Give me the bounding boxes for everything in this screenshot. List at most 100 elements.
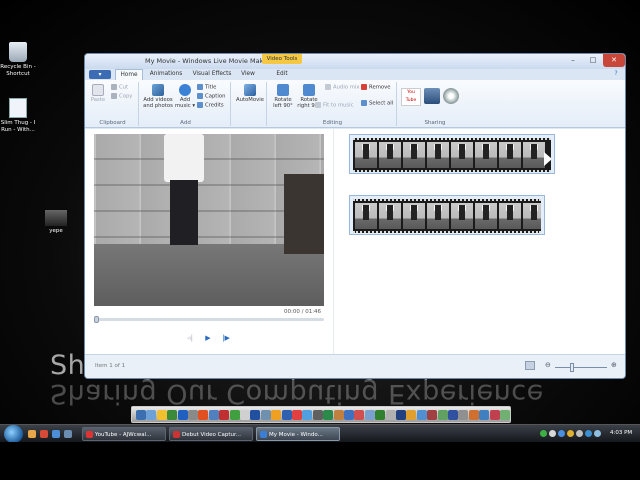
app-menu-button[interactable]: ▾ bbox=[89, 70, 111, 79]
zoom-out-icon[interactable]: ⊖ bbox=[545, 361, 551, 369]
credits-button[interactable]: Credits bbox=[197, 102, 224, 110]
dock-app-icon[interactable] bbox=[437, 410, 448, 420]
tray-icon[interactable] bbox=[558, 430, 565, 437]
dock-app-icon[interactable] bbox=[198, 410, 209, 420]
caption-button[interactable]: Caption bbox=[197, 93, 225, 101]
dock-app-icon[interactable] bbox=[427, 410, 438, 420]
share-hd-display-button[interactable] bbox=[424, 88, 440, 104]
desktop-icon-recycle-bin[interactable]: Recycle Bin - Shortcut bbox=[0, 42, 40, 78]
select-all-icon bbox=[361, 100, 367, 106]
storyboard-clip-2[interactable] bbox=[349, 195, 545, 235]
thumbnail-size-icon[interactable] bbox=[525, 361, 535, 370]
taskbar-item-youtube[interactable]: YouTube - AJWcwal... bbox=[82, 427, 166, 441]
dock-app-icon[interactable] bbox=[167, 410, 178, 420]
dock-app-icon[interactable] bbox=[188, 410, 198, 420]
tab-animations[interactable]: Animations bbox=[147, 69, 185, 80]
tray-icon[interactable] bbox=[540, 430, 547, 437]
quicklaunch-icon[interactable] bbox=[52, 430, 60, 438]
cut-button[interactable]: Cut bbox=[111, 84, 128, 92]
dock-app-icon[interactable] bbox=[458, 410, 469, 420]
add-music-button[interactable]: Add music ▾ bbox=[175, 84, 195, 109]
paste-button[interactable]: Paste bbox=[89, 84, 107, 103]
youtube-share-button[interactable]: You Tube bbox=[401, 88, 421, 106]
dock-app-icon[interactable] bbox=[219, 410, 230, 420]
contextual-tab-video-tools: Video Tools bbox=[262, 54, 302, 64]
dock-app-icon[interactable] bbox=[396, 410, 406, 420]
dock-app-icon[interactable] bbox=[500, 410, 510, 420]
dock-app-icon[interactable] bbox=[448, 410, 458, 420]
tab-edit[interactable]: Edit bbox=[270, 69, 294, 80]
dock-app-icon[interactable] bbox=[468, 410, 479, 420]
maximize-button[interactable]: □ bbox=[583, 54, 603, 67]
dock-app-icon[interactable] bbox=[250, 410, 261, 420]
dock-app-icon[interactable] bbox=[156, 410, 167, 420]
automovie-button[interactable]: AutoMovie bbox=[235, 84, 265, 103]
desktop-icon-audio-file[interactable]: Slim Thug - I Run - With... bbox=[0, 98, 40, 134]
magic-wand-icon bbox=[244, 84, 256, 96]
taskbar-item-movie-maker[interactable]: My Movie - Windo... bbox=[256, 427, 340, 441]
tray-icon[interactable] bbox=[567, 430, 574, 437]
start-button[interactable] bbox=[4, 425, 23, 443]
quicklaunch-icon[interactable] bbox=[28, 430, 36, 438]
dock-app-icon[interactable] bbox=[260, 410, 271, 420]
dock-app-icon[interactable] bbox=[479, 410, 490, 420]
play-icon[interactable]: ▶ bbox=[201, 333, 215, 343]
dock-app-icon[interactable] bbox=[364, 410, 375, 420]
copy-button[interactable]: Copy bbox=[111, 93, 132, 101]
dock-app-icon[interactable] bbox=[302, 410, 313, 420]
previous-frame-icon[interactable]: ◃| bbox=[183, 333, 197, 343]
remove-button[interactable]: Remove bbox=[361, 84, 391, 92]
tray-icon[interactable] bbox=[594, 430, 601, 437]
zoom-slider-track[interactable] bbox=[555, 367, 607, 368]
minimize-button[interactable]: – bbox=[563, 54, 583, 67]
audio-mix-button[interactable]: Audio mix bbox=[325, 84, 360, 92]
dock-app-icon[interactable] bbox=[240, 410, 250, 420]
dock-app-icon[interactable] bbox=[375, 410, 386, 420]
dock-app-icon[interactable] bbox=[271, 410, 282, 420]
help-icon[interactable]: ? bbox=[611, 69, 621, 80]
pane-splitter[interactable] bbox=[333, 129, 334, 354]
seek-bar[interactable] bbox=[94, 318, 324, 321]
dock-app-icon[interactable] bbox=[292, 410, 302, 420]
quicklaunch-icon[interactable] bbox=[40, 430, 48, 438]
close-button[interactable]: ✕ bbox=[603, 54, 625, 67]
dock-app-icon[interactable] bbox=[344, 410, 354, 420]
taskbar-item-debut[interactable]: Debut Video Captur... bbox=[169, 427, 253, 441]
seek-thumb[interactable] bbox=[94, 316, 99, 323]
system-clock[interactable]: 4:03 PM bbox=[610, 430, 632, 436]
tray-icon[interactable] bbox=[549, 430, 556, 437]
select-all-button[interactable]: Select all bbox=[361, 100, 393, 108]
rotate-left-button[interactable]: Rotate left 90° bbox=[271, 84, 295, 109]
desktop-icon-yepe[interactable]: yepe bbox=[34, 210, 78, 235]
dock-app-icon[interactable] bbox=[416, 410, 427, 420]
dock-app-icon[interactable] bbox=[489, 410, 500, 420]
title-button[interactable]: Title bbox=[197, 84, 216, 92]
dock-app-icon[interactable] bbox=[229, 410, 240, 420]
preview-monitor[interactable] bbox=[94, 134, 324, 306]
tab-visual-effects[interactable]: Visual Effects bbox=[189, 69, 235, 80]
burn-dvd-button[interactable] bbox=[443, 88, 459, 104]
dock-app-icon[interactable] bbox=[354, 410, 365, 420]
quicklaunch-icon[interactable] bbox=[64, 430, 72, 438]
dock-app-icon[interactable] bbox=[208, 410, 219, 420]
add-videos-button[interactable]: Add videos and photos bbox=[143, 84, 173, 109]
zoom-in-icon[interactable]: ⊕ bbox=[611, 361, 617, 369]
dock-app-icon[interactable] bbox=[281, 410, 292, 420]
dock-app-icon[interactable] bbox=[385, 410, 396, 420]
tray-icon[interactable] bbox=[576, 430, 583, 437]
tray-icon[interactable] bbox=[585, 430, 592, 437]
dock-app-icon[interactable] bbox=[136, 410, 146, 420]
copy-icon bbox=[111, 93, 117, 99]
dock-app-icon[interactable] bbox=[312, 410, 323, 420]
tab-view[interactable]: View bbox=[237, 69, 259, 80]
tab-home[interactable]: Home bbox=[115, 69, 143, 80]
dock-app-icon[interactable] bbox=[333, 410, 344, 420]
fit-to-music-button[interactable]: Fit to music bbox=[315, 102, 354, 110]
zoom-slider-thumb[interactable] bbox=[570, 363, 574, 372]
dock-app-icon[interactable] bbox=[146, 410, 157, 420]
dock-app-icon[interactable] bbox=[177, 410, 188, 420]
next-frame-icon[interactable]: |▶ bbox=[219, 333, 233, 343]
dock-app-icon[interactable] bbox=[406, 410, 417, 420]
storyboard-clip-1[interactable] bbox=[349, 134, 555, 174]
dock-app-icon[interactable] bbox=[323, 410, 334, 420]
